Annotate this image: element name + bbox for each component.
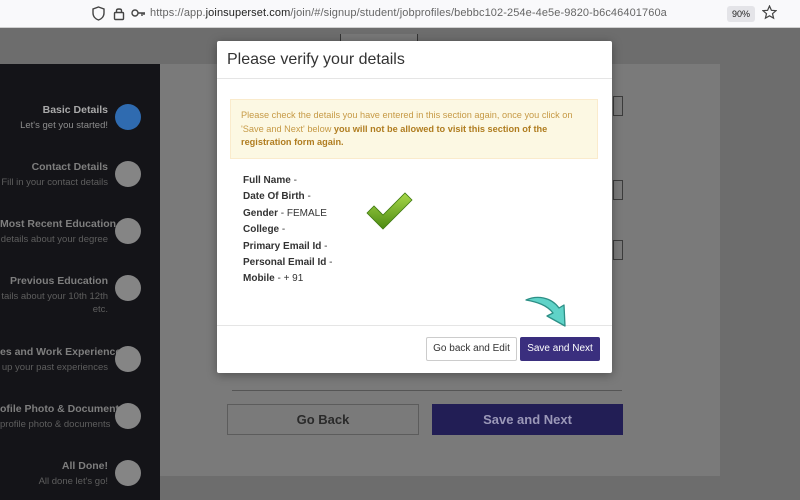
step-title: Previous Education [9, 275, 108, 287]
detail-label: Full Name [243, 175, 291, 186]
step-subtitle: All done let's go! [38, 476, 108, 487]
browser-address-bar: https://app.joinsuperset.com/join/#/sign… [0, 0, 800, 28]
step-subtitle: etc. [92, 304, 108, 315]
step-indicator-active[interactable] [115, 104, 141, 130]
detail-value: + 91 [283, 273, 304, 285]
step-subtitle: profile photo & documents [0, 419, 111, 430]
step-title: All Done! [61, 460, 108, 472]
step-indicator[interactable] [115, 460, 141, 486]
url-domain: joinsuperset.com [205, 7, 291, 19]
details-list: Full Name - Date Of Birth - Gender - FEM… [243, 173, 332, 288]
step-subtitle: details about your degree [0, 234, 108, 245]
detail-row: Primary Email Id - [243, 240, 328, 252]
background-input-edge [613, 240, 623, 260]
pointer-arrow-icon [523, 294, 573, 334]
go-back-button[interactable]: Go Back [227, 404, 419, 435]
step-title: Contact Details [31, 161, 108, 173]
zoom-badge[interactable]: 90% [727, 6, 755, 22]
step-title: Most Recent Education [0, 218, 117, 230]
detail-label: College [243, 224, 280, 236]
step-indicator[interactable] [115, 346, 141, 372]
url-path: /join/#/signup/student/jobprofiles/bebbc… [290, 7, 667, 19]
step-indicator[interactable] [115, 403, 141, 429]
detail-label: Date Of Birth [243, 191, 305, 203]
go-back-and-edit-button[interactable]: Go back and Edit [426, 337, 517, 361]
step-subtitle: Let's get you started! [20, 120, 108, 131]
detail-row: Date Of Birth - [243, 191, 311, 203]
background-input-edge [613, 96, 623, 116]
lock-icon[interactable] [113, 6, 125, 25]
detail-label: Personal Email Id [243, 257, 327, 269]
detail-label: Primary Email Id [243, 240, 322, 252]
save-and-next-button[interactable]: Save and Next [432, 404, 623, 435]
step-indicator[interactable] [115, 275, 141, 301]
detail-label: Mobile [243, 273, 275, 285]
detail-row: Mobile - + 91 [243, 273, 304, 285]
step-subtitle: tails about your 10th 12th [1, 291, 108, 302]
detail-row: Personal Email Id - [243, 257, 333, 269]
url-prefix: https://app. [150, 7, 206, 19]
detail-row: Gender - FEMALE [243, 207, 327, 219]
checkmark-icon [365, 191, 415, 231]
step-title: es and Work Experience [0, 346, 122, 358]
detail-value: FEMALE [286, 207, 327, 219]
step-indicator[interactable] [115, 218, 141, 244]
warning-alert: Please check the details you have entere… [230, 99, 598, 159]
step-indicator[interactable] [115, 161, 141, 187]
step-title: Basic Details [42, 104, 108, 116]
background-divider [232, 390, 622, 391]
background-input-edge [613, 180, 623, 200]
step-subtitle: Fill in your contact details [1, 177, 108, 188]
shield-icon[interactable] [92, 6, 105, 25]
detail-row: College - [243, 224, 286, 236]
step-title: ofile Photo & Documents [0, 403, 125, 415]
modal-save-and-next-button[interactable]: Save and Next [520, 337, 600, 361]
modal-title: Please verify your details [227, 51, 405, 68]
detail-row: Full Name - [243, 175, 297, 186]
detail-label: Gender [243, 207, 279, 219]
url-field[interactable]: https://app.joinsuperset.com/join/#/sign… [150, 7, 667, 19]
star-icon[interactable] [761, 4, 778, 24]
key-icon[interactable] [131, 6, 146, 24]
modal-divider [217, 78, 612, 79]
step-subtitle: up your past experiences [1, 362, 108, 373]
